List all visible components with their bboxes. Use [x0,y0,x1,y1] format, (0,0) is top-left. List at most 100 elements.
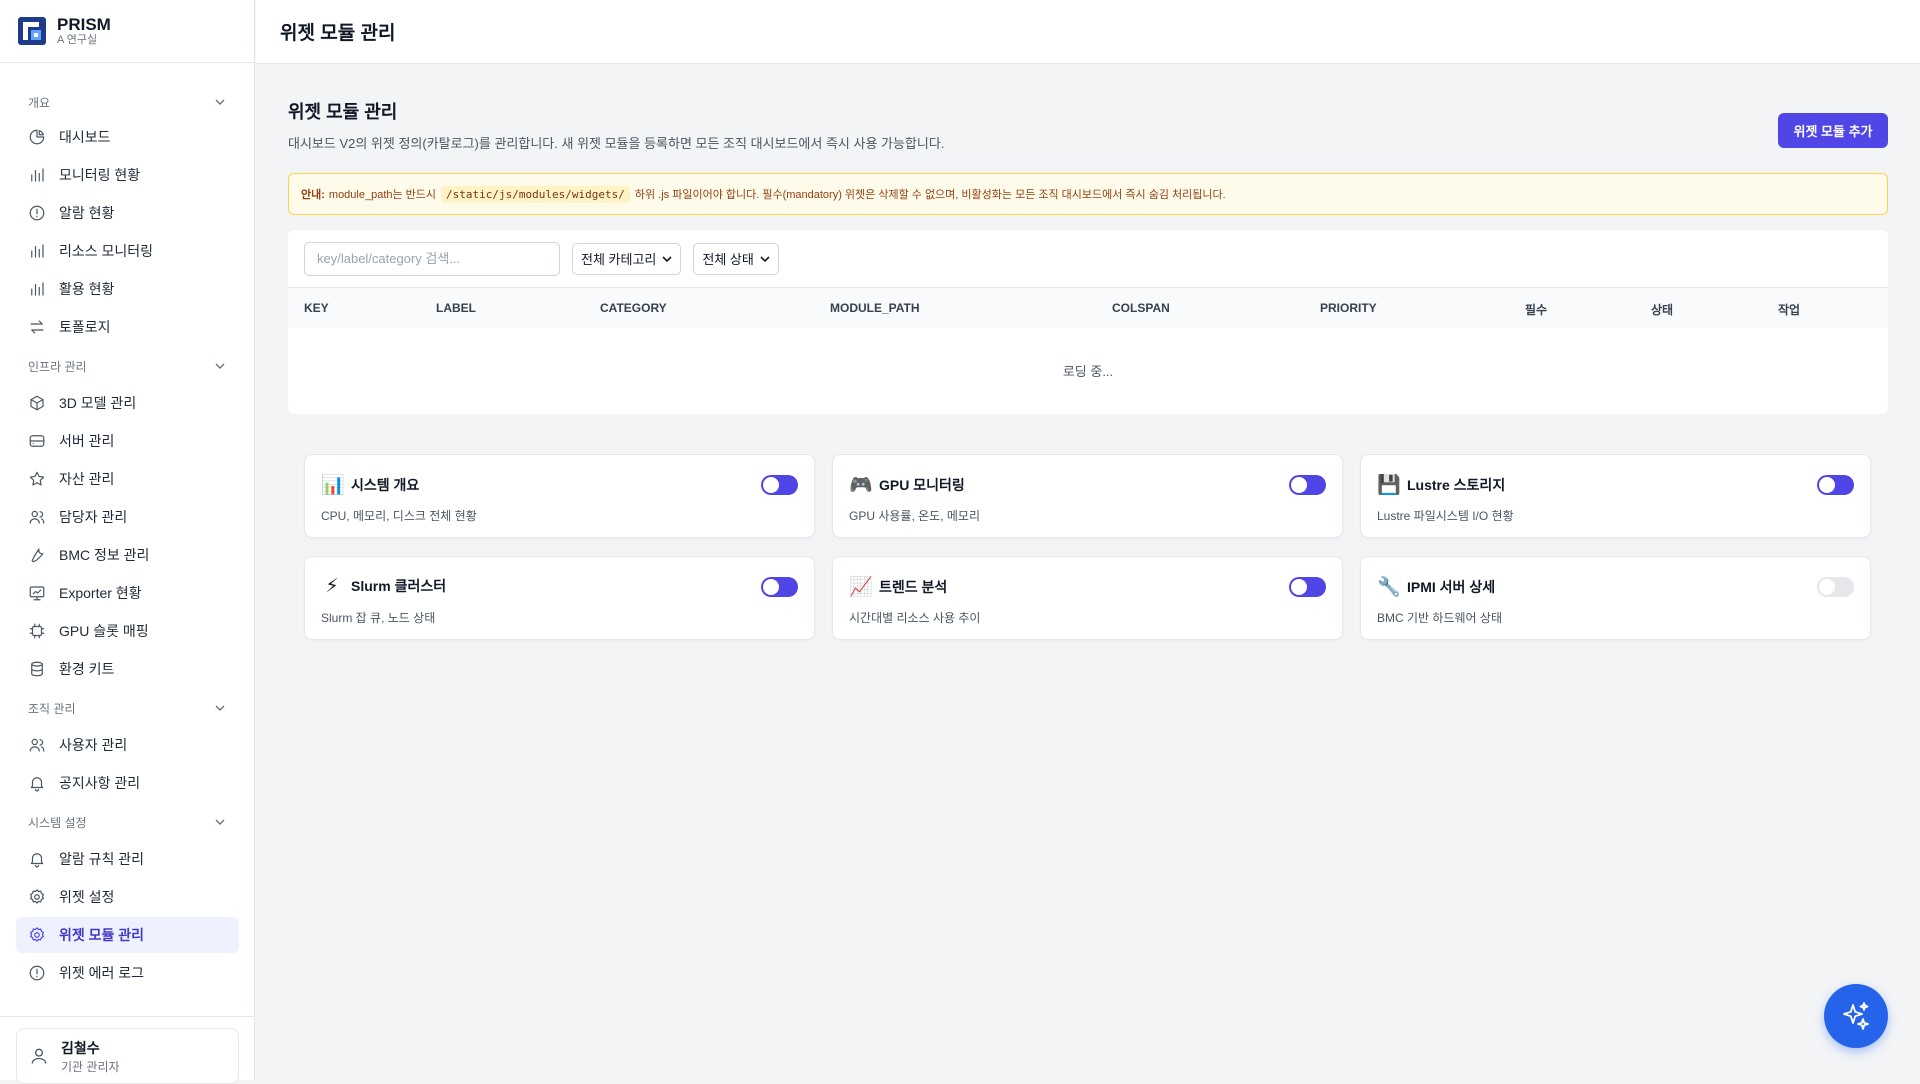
sidebar-item-label: 위젯 에러 로그 [59,963,144,983]
sidebar-item[interactable]: 3D 모델 관리 [16,385,239,421]
widget-emoji-icon: 🔧 [1377,575,1399,598]
sidebar-item-label: BMC 정보 관리 [59,545,149,565]
sidebar-section-label: 조직 관리 [28,700,76,717]
users-icon [28,508,46,526]
sidebar-item[interactable]: 모니터링 현황 [16,157,239,193]
widget-enable-toggle[interactable] [1289,475,1326,495]
sidebar-item[interactable]: 환경 키트 [16,651,239,687]
brand[interactable]: PRISM A 연구실 [0,0,254,63]
widget-emoji-icon: ⚡ [321,575,343,597]
sidebar-section-header[interactable]: 개요 [16,92,238,112]
sidebar-item[interactable]: 알람 규칙 관리 [16,841,239,877]
sidebar-item[interactable]: Exporter 현황 [16,575,239,611]
sidebar-item[interactable]: 서버 관리 [16,423,239,459]
add-widget-module-button[interactable]: 위젯 모듈 추가 [1778,113,1888,148]
server-icon [28,432,46,450]
notice-code: /static/js/modules/widgets/ [441,186,630,203]
alert-circle-icon [28,964,46,982]
sidebar-item[interactable]: 위젯 설정 [16,879,239,915]
sidebar-item-label: 위젯 설정 [59,887,114,907]
status-select-value: 전체 상태 [702,249,753,268]
widget-card-title-row: 📊시스템 개요 [321,473,419,496]
widget-emoji-icon: 🎮 [849,473,871,496]
notice-text-before: module_path는 반드시 [329,186,436,202]
gear-icon [28,926,46,944]
sidebar-item[interactable]: 리소스 모니터링 [16,233,239,269]
database-icon [28,660,46,678]
column-key[interactable]: KEY [304,301,329,315]
sidebar-item[interactable]: 대시보드 [16,119,239,155]
widget-card-title: 시스템 개요 [351,475,419,495]
column-priority[interactable]: PRIORITY [1320,301,1377,315]
notice-text-after: 하위 .js 파일이어야 합니다. 필수(mandatory) 위젯은 삭제할 … [635,186,1226,202]
widget-enable-toggle[interactable] [761,577,798,597]
sidebar-item-label: 모니터링 현황 [59,165,140,185]
sidebar-item-label: 담당자 관리 [59,507,127,527]
widget-card-title: 트렌드 분석 [879,577,947,597]
status-select[interactable]: 전체 상태 [693,243,778,275]
loading-text: 로딩 중... [288,328,1888,380]
column-mandatory[interactable]: 필수 [1525,301,1547,318]
gear-icon [28,888,46,906]
user-name: 김철수 [61,1038,120,1058]
column-actions: 작업 [1778,301,1800,318]
sidebar-item[interactable]: 알람 현황 [16,195,239,231]
chevron-down-icon [662,254,672,264]
chevron-down-icon [214,702,226,714]
chevron-down-icon [760,254,770,264]
column-module-path[interactable]: MODULE_PATH [830,301,920,315]
toggle-knob [763,579,779,595]
sidebar-item-label: 알람 현황 [59,203,114,223]
widget-card-title-row: 📈트렌드 분석 [849,575,947,598]
pie-chart-icon [28,128,46,146]
sidebar-item[interactable]: 자산 관리 [16,461,239,497]
category-select[interactable]: 전체 카테고리 [572,243,681,275]
chip-icon [28,622,46,640]
sidebar-item[interactable]: 사용자 관리 [16,727,239,763]
sidebar-item[interactable]: BMC 정보 관리 [16,537,239,573]
widget-enable-toggle[interactable] [1817,577,1854,597]
sidebar-item-label: 토폴로지 [59,317,111,337]
column-colspan[interactable]: COLSPAN [1112,301,1170,315]
widget-enable-toggle[interactable] [1289,577,1326,597]
brand-subtitle: A 연구실 [57,34,111,47]
column-category[interactable]: CATEGORY [600,301,667,315]
sidebar-item-label: 공지사항 관리 [59,773,140,793]
ai-assistant-button[interactable] [1824,984,1888,1048]
widget-card: 📊시스템 개요CPU, 메모리, 디스크 전체 현황 [304,454,815,538]
bell-icon [28,850,46,868]
sidebar-item[interactable]: 위젯 모듈 관리 [16,917,239,953]
prism-logo-icon [17,16,47,46]
sidebar-item-label: 사용자 관리 [59,735,127,755]
user-profile[interactable]: 김철수 기관 관리자 [16,1028,239,1084]
sidebar-section-header[interactable]: 시스템 설정 [16,812,238,832]
filter-bar: 전체 카테고리 전체 상태 [288,230,1888,288]
widget-card-description: GPU 사용률, 온도, 메모리 [849,507,980,524]
widget-card-title-row: 💾Lustre 스토리지 [1377,473,1505,496]
sidebar-section-header[interactable]: 조직 관리 [16,698,238,718]
sidebar-item[interactable]: 토폴로지 [16,309,239,345]
column-label[interactable]: LABEL [436,301,476,315]
sidebar-item-label: 위젯 모듈 관리 [59,925,144,945]
widget-enable-toggle[interactable] [1817,475,1854,495]
sidebar-section-header[interactable]: 인프라 관리 [16,356,238,376]
sidebar-item[interactable]: 위젯 에러 로그 [16,955,239,991]
sidebar-item[interactable]: 활용 현황 [16,271,239,307]
sidebar: PRISM A 연구실 개요대시보드모니터링 현황알람 현황리소스 모니터링활용… [0,0,255,1080]
widget-card-title-row: 🎮GPU 모니터링 [849,473,965,496]
user-icon [29,1046,49,1066]
topbar-title: 위젯 모듈 관리 [280,18,395,45]
sidebar-item[interactable]: 담당자 관리 [16,499,239,535]
widget-enable-toggle[interactable] [761,475,798,495]
page-title: 위젯 모듈 관리 [288,98,1888,124]
search-input[interactable] [304,242,560,276]
toggle-knob [1819,579,1835,595]
column-status[interactable]: 상태 [1651,301,1673,318]
widget-card-title-row: 🔧IPMI 서버 상세 [1377,575,1495,598]
bar-chart-icon [28,166,46,184]
cube-icon [28,394,46,412]
sidebar-item[interactable]: 공지사항 관리 [16,765,239,801]
widget-card-description: Lustre 파일시스템 I/O 현황 [1377,507,1514,524]
bar-chart-icon [28,280,46,298]
sidebar-item[interactable]: GPU 슬롯 매핑 [16,613,239,649]
